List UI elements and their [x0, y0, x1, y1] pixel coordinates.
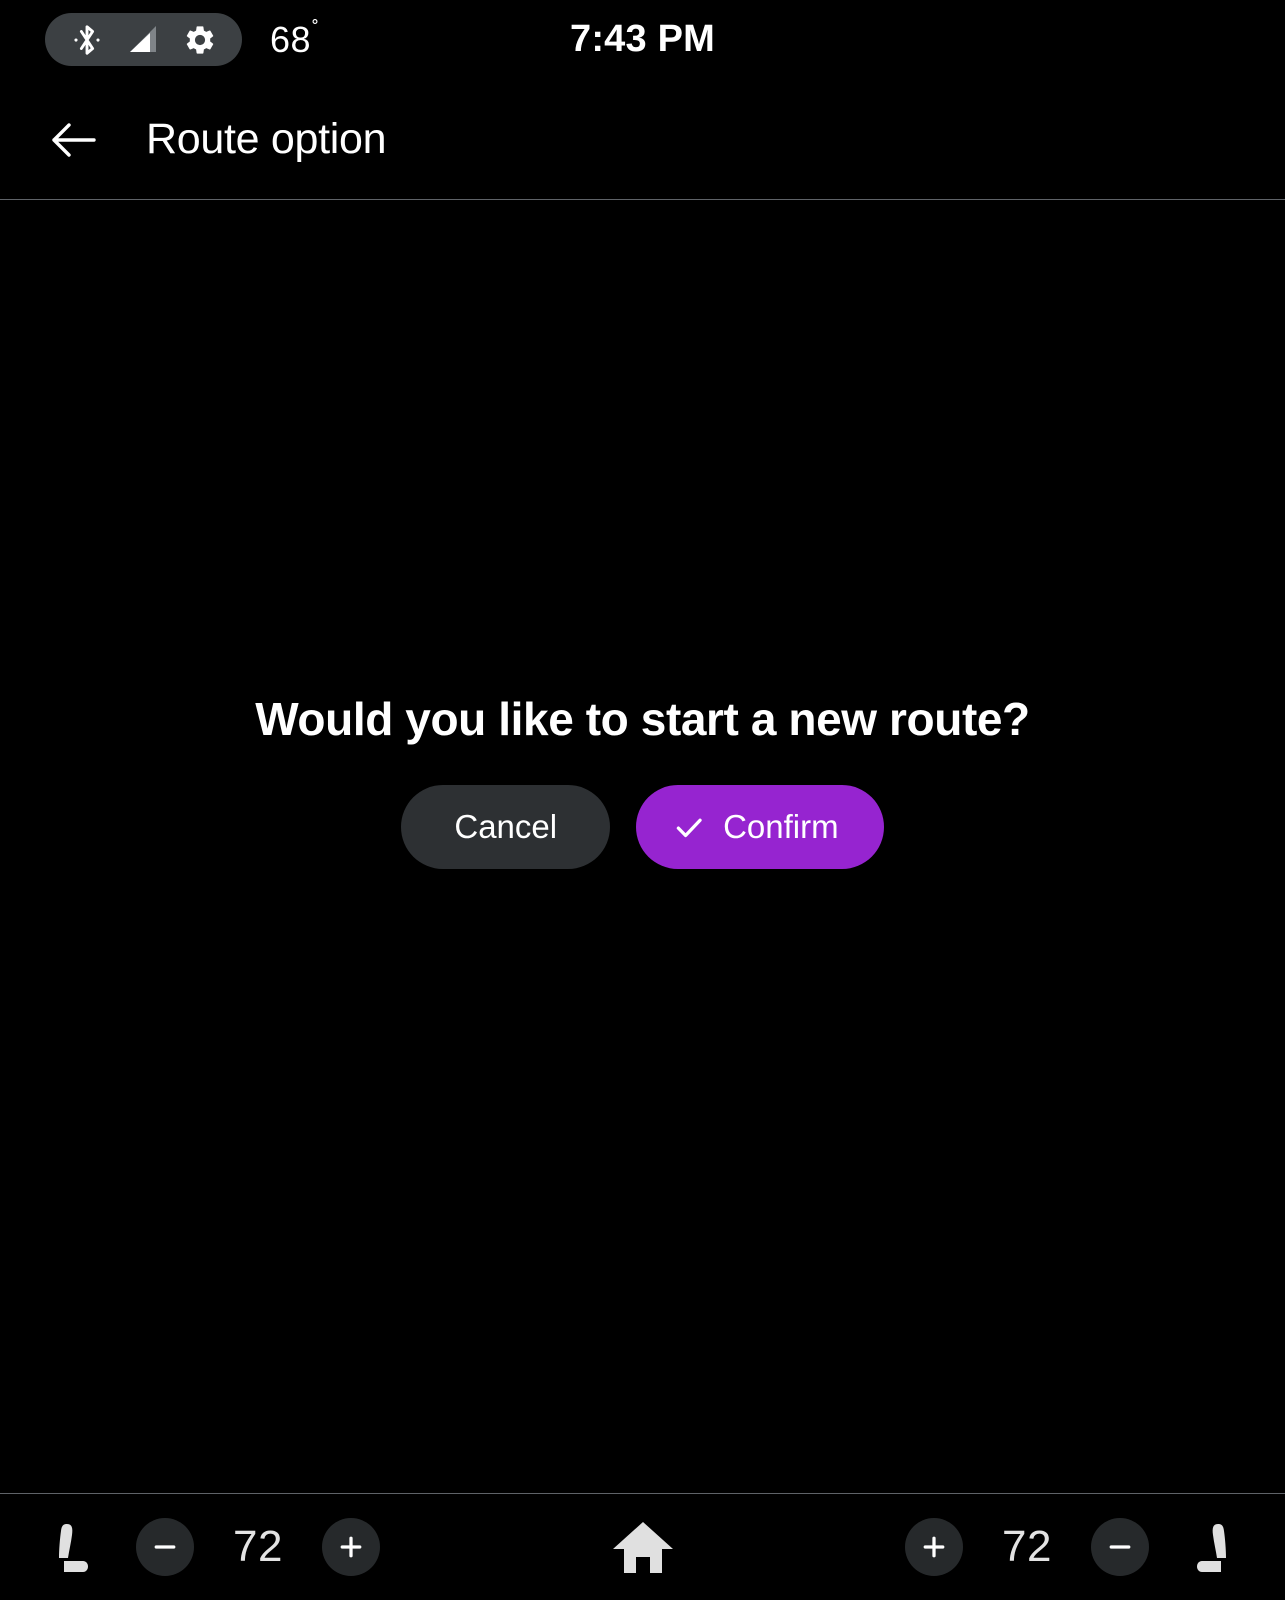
- app-bar: Route option: [0, 80, 1285, 200]
- page-title: Route option: [146, 115, 387, 163]
- dialog-actions: Cancel Confirm: [401, 785, 884, 869]
- back-button[interactable]: [45, 112, 101, 168]
- driver-temp-increase-button[interactable]: [322, 1518, 380, 1576]
- driver-climate-controls: 72: [42, 1513, 380, 1581]
- passenger-temp-decrease-button[interactable]: [1091, 1518, 1149, 1576]
- main-content: Would you like to start a new route? Can…: [0, 200, 1285, 1493]
- status-bar: 68 ˚ 7:43 PM: [0, 0, 1285, 80]
- cancel-button[interactable]: Cancel: [401, 785, 611, 869]
- home-icon: [612, 1522, 673, 1573]
- clock: 7:43 PM: [569, 18, 715, 60]
- driver-temp-decrease-button[interactable]: [136, 1518, 194, 1576]
- cancel-button-label: Cancel: [454, 808, 558, 845]
- confirm-button-label: Confirm: [723, 808, 839, 845]
- arrow-left-icon: [52, 122, 96, 157]
- passenger-temperature-value: 72: [1002, 1522, 1052, 1571]
- bottom-bar: 72 72: [0, 1493, 1285, 1600]
- passenger-temp-increase-button[interactable]: [905, 1518, 963, 1576]
- check-icon: [672, 810, 706, 844]
- seat-icon[interactable]: [42, 1513, 110, 1581]
- passenger-climate-controls: 72: [905, 1513, 1243, 1581]
- car-infotainment-screen: 68 ˚ 7:43 PM Route option Would you like …: [0, 0, 1285, 1600]
- dialog-message: Would you like to start a new route?: [255, 693, 1030, 745]
- driver-temperature-value: 72: [233, 1522, 283, 1571]
- seat-icon[interactable]: [1175, 1513, 1243, 1581]
- new-route-dialog: Would you like to start a new route? Can…: [0, 692, 1285, 869]
- confirm-button[interactable]: Confirm: [636, 785, 884, 869]
- home-button[interactable]: [601, 1505, 685, 1589]
